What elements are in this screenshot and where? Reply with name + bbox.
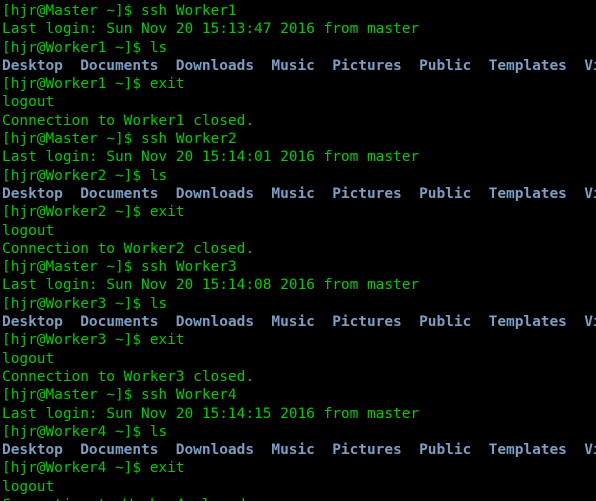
terminal-line-command: [hjr@Worker4 ~]$ exit xyxy=(2,459,596,477)
terminal-line-output: logout xyxy=(2,93,596,111)
terminal-line-output: Last login: Sun Nov 20 15:14:15 2016 fro… xyxy=(2,405,596,423)
command-output: Last login: Sun Nov 20 15:13:47 2016 fro… xyxy=(2,21,420,38)
shell-prompt-command: [hjr@Worker2 ~]$ exit xyxy=(2,204,185,221)
shell-prompt-command: [hjr@Worker1 ~]$ exit xyxy=(2,76,185,93)
command-output: Connection to Worker2 closed. xyxy=(2,240,255,257)
shell-prompt-command: [hjr@Master ~]$ ssh Worker1 xyxy=(2,3,237,19)
terminal-line-command: [hjr@Master ~]$ ssh Worker3 xyxy=(2,258,596,276)
directory-listing: Desktop Documents Downloads Music Pictur… xyxy=(2,57,596,74)
shell-prompt-command: [hjr@Worker2 ~]$ ls xyxy=(2,167,168,184)
terminal-line-ls-output: Desktop Documents Downloads Music Pictur… xyxy=(2,57,596,75)
terminal-line-output: Connection to Worker3 closed. xyxy=(2,368,596,386)
terminal-line-command: [hjr@Master ~]$ ssh Worker1 xyxy=(2,2,596,20)
terminal-line-command: [hjr@Worker1 ~]$ exit xyxy=(2,75,596,93)
command-output: Connection to Worker3 closed. xyxy=(2,368,255,385)
shell-prompt-command: [hjr@Master ~]$ ssh Worker4 xyxy=(2,387,237,404)
terminal-line-ls-output: Desktop Documents Downloads Music Pictur… xyxy=(2,313,596,331)
terminal-line-output: logout xyxy=(2,222,596,240)
directory-listing: Desktop Documents Downloads Music Pictur… xyxy=(2,442,596,459)
command-output: logout xyxy=(2,478,55,495)
terminal-line-command: [hjr@Worker2 ~]$ exit xyxy=(2,203,596,221)
terminal-line-command: [hjr@Master ~]$ ssh Worker2 xyxy=(2,130,596,148)
terminal-line-command: [hjr@Worker3 ~]$ ls xyxy=(2,295,596,313)
command-output: Connection to Worker4 closed. xyxy=(2,497,254,501)
terminal-line-output: Last login: Sun Nov 20 15:14:08 2016 fro… xyxy=(2,276,596,294)
terminal-screen[interactable]: [hjr@Master ~]$ ssh Worker1 Last login: S… xyxy=(0,0,596,501)
command-output: Last login: Sun Nov 20 15:14:08 2016 fro… xyxy=(2,277,420,294)
shell-prompt-command: [hjr@Master ~]$ ssh Worker3 xyxy=(2,259,237,276)
terminal-line-output: Last login: Sun Nov 20 15:13:47 2016 fro… xyxy=(2,20,596,38)
shell-prompt-command: [hjr@Master ~]$ ssh Worker2 xyxy=(2,131,237,148)
command-output: Connection to Worker1 closed. xyxy=(2,112,255,129)
terminal-line-output: logout xyxy=(2,350,596,368)
terminal-line-ls-output: Desktop Documents Downloads Music Pictur… xyxy=(2,185,596,203)
terminal-line-output: Connection to Worker4 closed. xyxy=(2,496,596,501)
terminal-line-command: [hjr@Worker3 ~]$ exit xyxy=(2,331,596,349)
terminal-line-command: [hjr@Worker2 ~]$ ls xyxy=(2,167,596,185)
command-output: logout xyxy=(2,350,55,367)
shell-prompt-command: [hjr@Worker3 ~]$ ls xyxy=(2,295,168,312)
terminal-line-command: [hjr@Master ~]$ ssh Worker4 xyxy=(2,386,596,404)
command-output: logout xyxy=(2,222,55,239)
command-output: logout xyxy=(2,94,55,111)
terminal-line-command: [hjr@Worker1 ~]$ ls xyxy=(2,39,596,57)
shell-prompt-command: [hjr@Worker4 ~]$ ls xyxy=(2,423,168,440)
command-output: Last login: Sun Nov 20 15:14:01 2016 fro… xyxy=(2,149,420,166)
terminal-line-ls-output: Desktop Documents Downloads Music Pictur… xyxy=(2,441,596,459)
terminal-line-output: Connection to Worker2 closed. xyxy=(2,240,596,258)
shell-prompt-command: [hjr@Worker3 ~]$ exit xyxy=(2,332,185,349)
command-output: Last login: Sun Nov 20 15:14:15 2016 fro… xyxy=(2,405,420,422)
terminal-line-output: Connection to Worker1 closed. xyxy=(2,112,596,130)
directory-listing: Desktop Documents Downloads Music Pictur… xyxy=(2,185,596,202)
terminal-line-output: logout xyxy=(2,478,596,496)
terminal-line-output: Last login: Sun Nov 20 15:14:01 2016 fro… xyxy=(2,148,596,166)
shell-prompt-command: [hjr@Worker4 ~]$ exit xyxy=(2,460,185,477)
shell-prompt-command: [hjr@Worker1 ~]$ ls xyxy=(2,39,168,56)
terminal-line-command: [hjr@Worker4 ~]$ ls xyxy=(2,423,596,441)
directory-listing: Desktop Documents Downloads Music Pictur… xyxy=(2,314,596,331)
